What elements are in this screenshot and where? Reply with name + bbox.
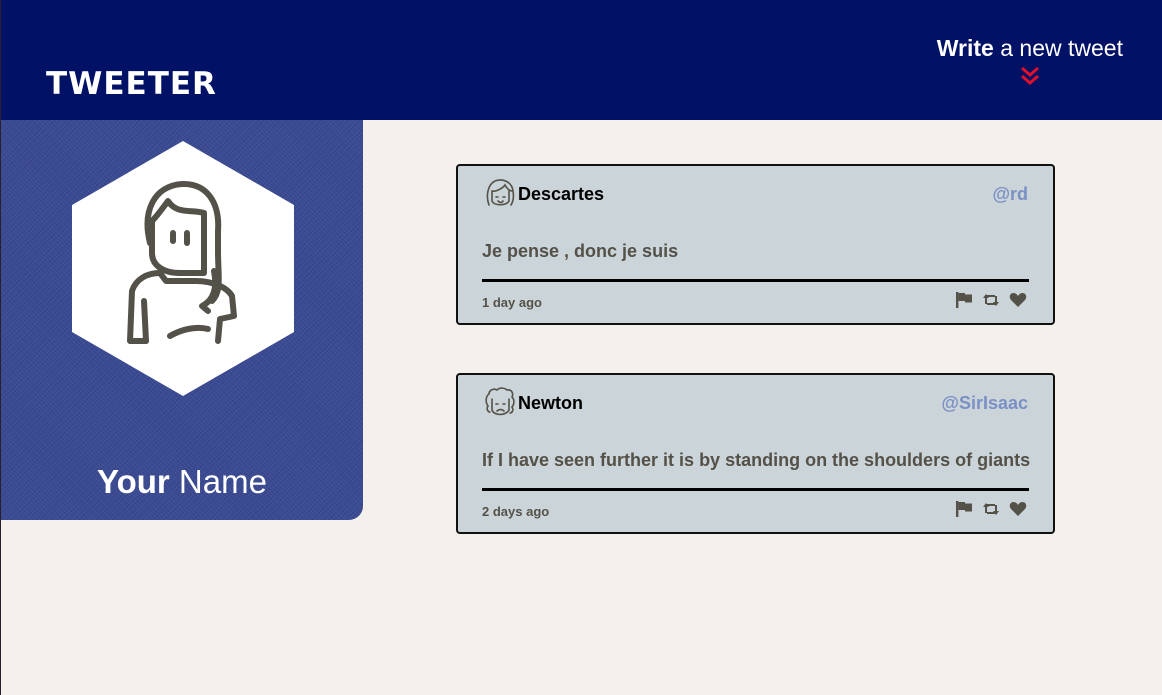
write-tweet-label-bold: Write (936, 35, 994, 61)
profile-panel: Your Name (1, 120, 363, 520)
tweet-author-handle[interactable]: @SirIsaac (941, 393, 1028, 414)
retweet-icon[interactable] (982, 500, 1000, 518)
tweet-author-handle[interactable]: @rd (992, 184, 1028, 205)
tweet-author-name[interactable]: Descartes (518, 184, 604, 205)
tweet-divider (482, 279, 1029, 282)
descartes-avatar-icon (486, 179, 515, 206)
newton-avatar-icon (485, 387, 515, 416)
top-navbar: TWEETER Write a new tweet (1, 0, 1162, 120)
tweet-card: Descartes @rd Je pense , donc je suis 1 … (456, 164, 1055, 325)
brand-logo: TWEETER (46, 66, 217, 102)
profile-name-bold: Your (97, 463, 170, 500)
heart-icon[interactable] (1009, 500, 1027, 518)
tweet-timestamp: 1 day ago (482, 295, 542, 310)
tweet-text: Je pense , donc je suis (482, 241, 679, 261)
tweet-card: Newton @SirIsaac If I have seen further … (456, 373, 1055, 534)
tweet-actions (955, 500, 1027, 518)
profile-name: Your Name (1, 463, 363, 501)
retweet-icon[interactable] (982, 291, 1000, 309)
write-tweet-label-rest: a new tweet (993, 35, 1123, 61)
write-tweet-button[interactable]: Write a new tweet (937, 34, 1123, 87)
flag-icon[interactable] (955, 291, 973, 309)
tweet-text: If I have seen further it is by standing… (482, 450, 1031, 470)
write-tweet-label: Write a new tweet (937, 34, 1123, 62)
tweet-divider (482, 488, 1029, 491)
tweet-author-name[interactable]: Newton (518, 393, 583, 414)
flag-icon[interactable] (955, 500, 973, 518)
tweet-actions (955, 291, 1027, 309)
double-chevron-down-icon[interactable] (1019, 65, 1041, 87)
user-avatar-icon (72, 141, 294, 396)
heart-icon[interactable] (1009, 291, 1027, 309)
profile-name-rest: Name (169, 463, 267, 500)
tweet-timestamp: 2 days ago (482, 504, 550, 519)
